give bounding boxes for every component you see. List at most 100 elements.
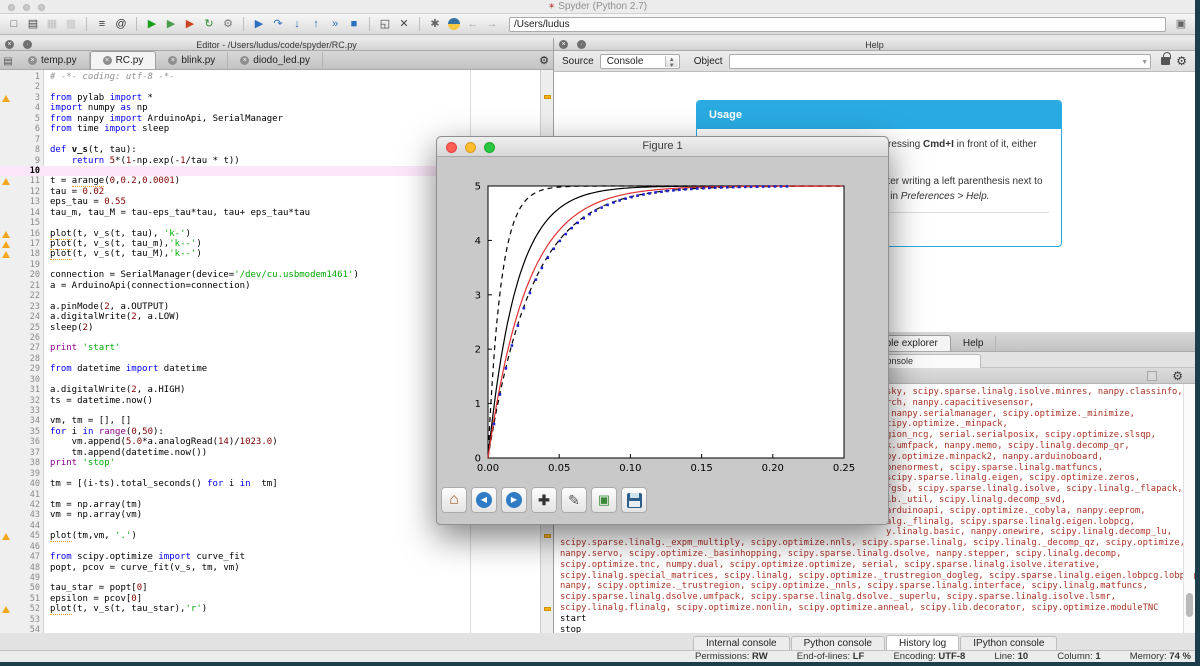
lock-icon[interactable] bbox=[1161, 57, 1170, 65]
svg-text:0.15: 0.15 bbox=[690, 463, 712, 474]
tab-ipython-console[interactable]: IPython console bbox=[960, 636, 1057, 650]
tab-internal-console[interactable]: Internal console bbox=[693, 636, 790, 650]
editor-pane-titlebar: × · Editor - /Users/ludus/code/spyder/RC… bbox=[0, 38, 553, 51]
toolbar-separator bbox=[419, 17, 420, 31]
figure-titlebar[interactable]: Figure 1 bbox=[437, 137, 888, 157]
close-tab-icon[interactable]: × bbox=[28, 56, 37, 65]
rerun-icon[interactable]: ↻ bbox=[201, 16, 217, 32]
run-cell-advance-icon[interactable]: ▶ bbox=[182, 16, 198, 32]
tab-help[interactable]: Help bbox=[951, 336, 997, 351]
console-scrollbar[interactable] bbox=[1183, 384, 1194, 633]
line-number: 12 bbox=[0, 187, 40, 197]
new-file-icon[interactable]: □ bbox=[6, 16, 22, 32]
line-number: 41 bbox=[0, 490, 40, 500]
svg-text:4: 4 bbox=[475, 236, 481, 247]
svg-text:0.00: 0.00 bbox=[477, 463, 499, 474]
status-encoding: Encoding: UTF-8 bbox=[893, 651, 965, 662]
object-combo-input[interactable]: ▼ bbox=[729, 54, 1152, 69]
line-number: 21 bbox=[0, 281, 40, 291]
code-line: 51epsilon = pcov[0] bbox=[0, 594, 540, 604]
source-label: Source bbox=[562, 56, 594, 67]
toolbar-separator bbox=[136, 17, 137, 31]
python-logo-icon[interactable] bbox=[446, 16, 462, 32]
line-number: 9 bbox=[0, 156, 40, 166]
line-number: 29 bbox=[0, 364, 40, 374]
symbol-finder-icon[interactable]: @ bbox=[113, 16, 129, 32]
toolbar-separator bbox=[86, 17, 87, 31]
forward-icon[interactable]: ▶ bbox=[501, 487, 527, 513]
figure-window[interactable]: Figure 1 0.000.050.100.150.200.25012345 … bbox=[436, 136, 889, 525]
console-line: nanpy.servo, scipy.optimize._basinhoppin… bbox=[554, 549, 1195, 560]
close-tab-icon[interactable]: × bbox=[103, 56, 112, 65]
usage-header: Usage bbox=[697, 101, 1061, 129]
tools-icon[interactable]: ✱ bbox=[427, 16, 443, 32]
code-line: 50tau_star = popt[0] bbox=[0, 583, 540, 593]
stop-debug-icon[interactable]: ■ bbox=[346, 16, 362, 32]
pan-icon[interactable]: ✚ bbox=[531, 487, 557, 513]
scrollbar-thumb[interactable] bbox=[1186, 593, 1193, 617]
warning-flag-icon[interactable] bbox=[544, 607, 551, 611]
nav-forward-icon[interactable]: → bbox=[484, 16, 500, 32]
step-out-icon[interactable]: ↑ bbox=[308, 16, 324, 32]
window-titlebar: ✶ Spyder (Python 2.7) bbox=[0, 0, 1195, 14]
svg-text:0.25: 0.25 bbox=[833, 463, 855, 474]
warning-flag-icon[interactable] bbox=[544, 95, 551, 99]
source-select[interactable]: Console▲▼ bbox=[600, 54, 680, 69]
svg-text:3: 3 bbox=[475, 290, 481, 301]
browse-tabs-icon[interactable]: ▤ bbox=[0, 53, 16, 69]
line-number: 7 bbox=[0, 135, 40, 145]
warning-flag-icon[interactable] bbox=[544, 534, 551, 538]
save-icon[interactable]: ▦ bbox=[44, 16, 60, 32]
spyder-logo-icon: ✶ bbox=[548, 1, 556, 11]
nav-back-icon[interactable]: ← bbox=[465, 16, 481, 32]
tab-file-blink-py[interactable]: ×blink.py bbox=[156, 52, 228, 69]
continue-icon[interactable]: » bbox=[327, 16, 343, 32]
run-icon[interactable]: ▶ bbox=[144, 16, 160, 32]
plot-canvas[interactable]: 0.000.050.100.150.200.25012345 bbox=[437, 157, 890, 482]
save-all-icon[interactable]: ▩ bbox=[63, 16, 79, 32]
tab-file-rc-py[interactable]: ×RC.py bbox=[90, 51, 157, 69]
zoom-icon[interactable]: ✎ bbox=[561, 487, 587, 513]
maximize-pane-icon[interactable]: ◱ bbox=[377, 16, 393, 32]
editor-options-icon[interactable]: ⚙ bbox=[539, 54, 549, 67]
save-icon[interactable] bbox=[621, 487, 647, 513]
close-tab-icon[interactable]: × bbox=[168, 56, 177, 65]
step-over-icon[interactable]: ↷ bbox=[270, 16, 286, 32]
line-number: 33 bbox=[0, 406, 40, 416]
console-options-icon[interactable]: ⚙ bbox=[1172, 369, 1183, 383]
line-number: 16 bbox=[0, 229, 40, 239]
line-chart: 0.000.050.100.150.200.25012345 bbox=[437, 157, 890, 482]
tab-python-console[interactable]: Python console bbox=[791, 636, 885, 650]
help-options-icon[interactable]: ⚙ bbox=[1176, 54, 1187, 68]
svg-text:0.10: 0.10 bbox=[619, 463, 641, 474]
tab-file-temp-py[interactable]: ×temp.py bbox=[16, 52, 90, 69]
status-memory: Memory: 74 % bbox=[1130, 651, 1191, 662]
line-number: 26 bbox=[0, 333, 40, 343]
statusbar: Permissions: RWEnd-of-lines: LFEncoding:… bbox=[0, 650, 1195, 662]
chevron-down-icon: ▼ bbox=[1141, 59, 1148, 66]
fullscreen-icon[interactable]: ✕ bbox=[396, 16, 412, 32]
status-line: Line: 10 bbox=[994, 651, 1028, 662]
back-icon[interactable]: ◀ bbox=[471, 487, 497, 513]
line-number: 32 bbox=[0, 396, 40, 406]
panes-icon[interactable]: ▣ bbox=[1173, 16, 1189, 32]
tab-history-log[interactable]: History log bbox=[886, 635, 959, 650]
help-pane-titlebar: × · Help bbox=[553, 38, 1195, 51]
help-pane-title: Help bbox=[554, 40, 1195, 50]
line-number: 19 bbox=[0, 260, 40, 270]
subplots-icon[interactable]: ▣ bbox=[591, 487, 617, 513]
toolbar-separator bbox=[369, 17, 370, 31]
working-directory-input[interactable] bbox=[509, 17, 1166, 32]
tab-file-diodo-led-py[interactable]: ×diodo_led.py bbox=[228, 52, 323, 69]
line-number: 34 bbox=[0, 416, 40, 426]
console-line: scipy.optimize.tnc, numpy.dual, scipy.op… bbox=[554, 560, 1195, 571]
run-config-icon[interactable]: ⚙ bbox=[220, 16, 236, 32]
close-tab-icon[interactable]: × bbox=[240, 56, 249, 65]
open-file-icon[interactable]: ▤ bbox=[25, 16, 41, 32]
step-into-icon[interactable]: ↓ bbox=[289, 16, 305, 32]
line-number: 28 bbox=[0, 354, 40, 364]
file-switcher-icon[interactable]: ≡ bbox=[94, 16, 110, 32]
debug-icon[interactable]: ▶ bbox=[251, 16, 267, 32]
home-icon[interactable]: ⌂ bbox=[441, 487, 467, 513]
run-cell-icon[interactable]: ▶ bbox=[163, 16, 179, 32]
